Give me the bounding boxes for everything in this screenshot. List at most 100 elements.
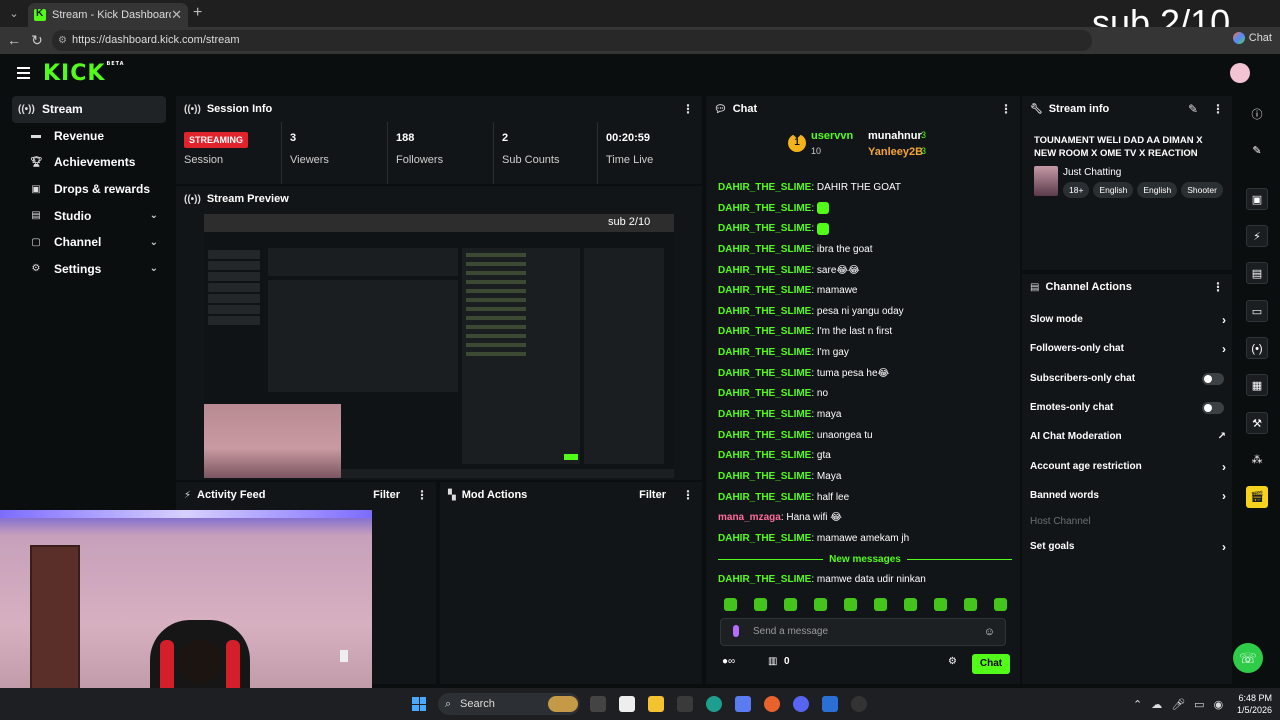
chat-message[interactable]: DAHIR_THE_SLIME: Maya <box>718 467 1012 488</box>
layout-icon[interactable]: ▦ <box>1246 374 1268 396</box>
clapperboard-icon[interactable]: 🎬︎ <box>1246 486 1268 508</box>
chat-message[interactable]: mana_mzaga: Hana wifi 😂 <box>718 508 1012 529</box>
widgets-icon[interactable] <box>548 696 578 712</box>
address-bar[interactable]: ⚙ https://dashboard.kick.com/stream <box>52 30 1092 51</box>
stream-category[interactable]: Just Chatting <box>1063 167 1121 178</box>
chat-username[interactable]: DAHIR_THE_SLIME <box>718 265 811 276</box>
chat-message[interactable]: DAHIR_THE_SLIME: half lee <box>718 488 1012 509</box>
support-chat-icon[interactable]: ☏ <box>1233 643 1263 673</box>
ai-moderation-row[interactable]: AI Chat Moderation ↗ <box>1030 427 1226 447</box>
taskbar-clock[interactable]: 6:48 PM 1/5/2026 <box>1232 692 1272 716</box>
clip-icon[interactable]: ▣ <box>1246 188 1268 210</box>
emotes-only-toggle[interactable] <box>1202 402 1224 414</box>
more-options-icon[interactable]: ⋮ <box>682 488 694 502</box>
emote-icon[interactable] <box>784 598 797 611</box>
sidebar-item-stream[interactable]: ((•)) Stream <box>12 96 166 123</box>
banned-words-row[interactable]: Banned words › <box>1030 486 1226 506</box>
chat-username[interactable]: DAHIR_THE_SLIME <box>718 244 811 255</box>
chat-username[interactable]: DAHIR_THE_SLIME <box>718 306 811 317</box>
dots-icon[interactable]: ⁂ <box>1246 449 1268 471</box>
chat-message[interactable]: DAHIR_THE_SLIME: mamawe amekam jh <box>718 529 1012 550</box>
tab-list-chevron-icon[interactable]: ⌄ <box>6 6 22 22</box>
emote-icon[interactable] <box>994 598 1007 611</box>
system-tray[interactable]: ⌃☁🎤︎▭◉ <box>1133 698 1232 711</box>
chat-message[interactable]: DAHIR_THE_SLIME: <box>718 199 1012 220</box>
chat-message[interactable]: DAHIR_THE_SLIME: ibra the goat <box>718 240 1012 261</box>
browser-chat-button[interactable]: Chat <box>1232 32 1272 44</box>
top-gifter-name[interactable]: uservvn <box>811 130 853 142</box>
chat-message[interactable]: DAHIR_THE_SLIME: I'm the last n first <box>718 322 1012 343</box>
emote-icon[interactable] <box>754 598 767 611</box>
firefox-icon[interactable] <box>764 696 780 712</box>
chat-message[interactable]: DAHIR_THE_SLIME: no <box>718 384 1012 405</box>
chat-username[interactable]: DAHIR_THE_SLIME <box>718 182 811 193</box>
chat-username[interactable]: DAHIR_THE_SLIME <box>718 347 811 358</box>
top-gifter-name[interactable]: munahnur <box>868 130 922 142</box>
windows-start-icon[interactable] <box>412 697 426 711</box>
subscribers-only-toggle[interactable] <box>1202 373 1224 385</box>
chat-icon[interactable]: ▭ <box>1246 300 1268 322</box>
sidebar-item-drops[interactable]: ▣ Drops & rewards <box>12 176 166 203</box>
app-icon[interactable] <box>822 696 838 712</box>
chat-message[interactable]: DAHIR_THE_SLIME: unaongea tu <box>718 426 1012 447</box>
chat-username[interactable]: DAHIR_THE_SLIME <box>718 368 811 379</box>
chat-username[interactable]: DAHIR_THE_SLIME <box>718 471 811 482</box>
more-options-icon[interactable]: ⋮ <box>1212 280 1224 294</box>
chat-username[interactable]: mana_mzaga <box>718 512 781 523</box>
chat-username[interactable]: DAHIR_THE_SLIME <box>718 430 811 441</box>
chat-message[interactable]: DAHIR_THE_SLIME: I'm gay <box>718 343 1012 364</box>
top-gifter-name[interactable]: Yanleey2B <box>868 146 923 158</box>
emote-icon[interactable] <box>964 598 977 611</box>
emote-icon[interactable] <box>874 598 887 611</box>
chat-username[interactable]: DAHIR_THE_SLIME <box>718 409 811 420</box>
info-icon[interactable]: ⓘ <box>1246 104 1268 126</box>
mic-icon[interactable] <box>733 625 739 637</box>
stream-preview-video[interactable]: sub 2/10 <box>204 214 674 478</box>
emote-icon[interactable] <box>844 598 857 611</box>
followers-only-row[interactable]: Followers-only chat › <box>1030 339 1226 359</box>
copilot-icon[interactable] <box>735 696 751 712</box>
chat-message[interactable]: DAHIR_THE_SLIME: maya <box>718 405 1012 426</box>
filter-button[interactable]: Filter <box>373 489 400 501</box>
new-tab-icon[interactable]: + <box>193 4 202 22</box>
wrench-icon[interactable]: ⚒ <box>1246 412 1268 434</box>
emote-icon[interactable] <box>724 598 737 611</box>
sidebar-item-revenue[interactable]: ▬ Revenue <box>12 123 166 150</box>
sidebar-item-achievements[interactable]: 🏆︎ Achievements <box>12 149 166 176</box>
set-goals-row[interactable]: Set goals › <box>1030 537 1226 557</box>
kick-logo[interactable]: KICKBETA <box>43 61 125 86</box>
chat-username[interactable]: DAHIR_THE_SLIME <box>718 492 811 503</box>
avatar[interactable] <box>1230 63 1250 83</box>
more-options-icon[interactable]: ⋮ <box>682 102 694 116</box>
sidebar-item-studio[interactable]: ▤ Studio ⌄ <box>12 202 166 229</box>
people-icon[interactable]: ●∞ <box>722 656 735 667</box>
chat-message[interactable]: DAHIR_THE_SLIME: mamwe data udir ninkan <box>718 570 1012 591</box>
account-age-row[interactable]: Account age restriction › <box>1030 457 1226 477</box>
emote-icon[interactable] <box>814 598 827 611</box>
chat-username[interactable]: DAHIR_THE_SLIME <box>718 203 811 214</box>
more-options-icon[interactable]: ⋮ <box>416 488 428 502</box>
chat-username[interactable]: DAHIR_THE_SLIME <box>718 574 811 585</box>
file-explorer-icon[interactable] <box>648 696 664 712</box>
broadcast-icon[interactable]: (•) <box>1246 337 1268 359</box>
task-view-icon[interactable] <box>590 696 606 712</box>
chat-input[interactable]: Send a message ☺ <box>720 618 1006 646</box>
emote-icon[interactable] <box>934 598 947 611</box>
more-options-icon[interactable]: ⋮ <box>1212 102 1224 116</box>
chat-message[interactable]: DAHIR_THE_SLIME: DAHIR THE GOAT <box>718 178 1012 199</box>
notes-icon[interactable]: ▤ <box>1246 262 1268 284</box>
edit-icon[interactable]: ✎ <box>1188 102 1198 116</box>
site-info-icon[interactable]: ⚙ <box>58 30 67 51</box>
send-chat-button[interactable]: Chat <box>972 654 1010 674</box>
sidebar-item-channel[interactable]: ▢ Channel ⌄ <box>12 229 166 256</box>
chat-message[interactable]: DAHIR_THE_SLIME: <box>718 219 1012 240</box>
discord-icon[interactable] <box>793 696 809 712</box>
chat-message[interactable]: DAHIR_THE_SLIME: tuma pesa he😂 <box>718 364 1012 385</box>
chat-message[interactable]: DAHIR_THE_SLIME: pesa ni yangu oday <box>718 302 1012 323</box>
lightning-icon[interactable]: ⚡︎ <box>1246 225 1268 247</box>
menu-icon[interactable] <box>17 67 30 79</box>
filter-button[interactable]: Filter <box>639 489 666 501</box>
pencil-icon[interactable]: ✎ <box>1246 140 1268 162</box>
word-icon[interactable] <box>619 696 635 712</box>
tab-close-icon[interactable]: ✕ <box>171 7 182 23</box>
